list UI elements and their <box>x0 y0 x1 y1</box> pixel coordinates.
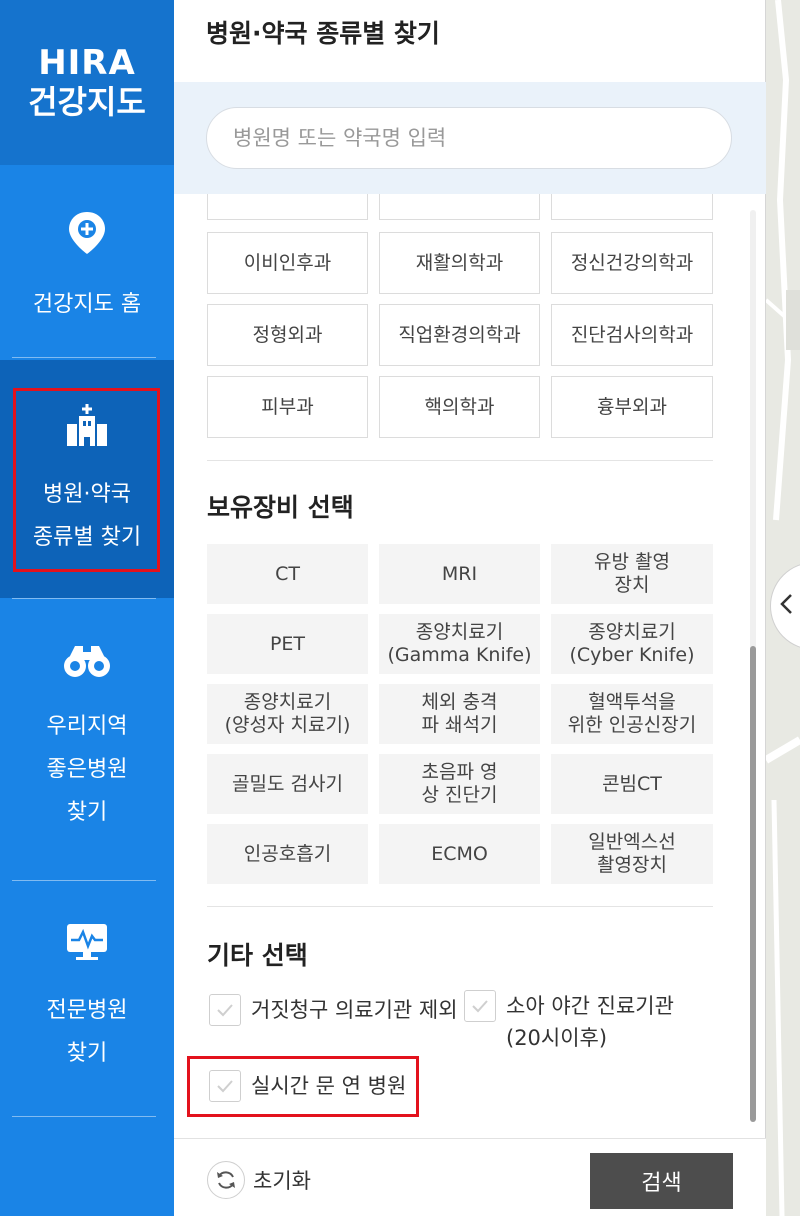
specialty-option[interactable]: 피부과 <box>207 376 368 438</box>
equipment-option[interactable]: MRI <box>379 544 540 604</box>
specialty-option[interactable]: 진단검사의학과 <box>551 304 713 366</box>
equipment-option[interactable]: CT <box>207 544 368 604</box>
specialty-option[interactable] <box>551 194 713 220</box>
highlight-box-open-now <box>187 1056 419 1117</box>
nav-divider <box>12 598 156 599</box>
equipment-option[interactable]: 종양치료기 (Cyber Knife) <box>551 614 713 674</box>
logo-line2: 건강지도 <box>28 82 146 121</box>
page-title: 병원·약국 종류별 찾기 <box>206 19 440 48</box>
nav-item-local-label1: 우리지역 <box>46 714 128 739</box>
equipment-option[interactable]: 유방 촬영 장치 <box>551 544 713 604</box>
equipment-option[interactable]: 혈액투석을 위한 인공신장기 <box>551 684 713 744</box>
equipment-option[interactable]: 콘빔CT <box>551 754 713 814</box>
nav-divider <box>12 357 156 358</box>
specialty-grid: 이비인후과 재활의학과 정신건강의학과 정형외과 직업환경의학과 진단검사의학과… <box>207 232 713 438</box>
nav-item-specialized-hospital[interactable]: 전문병원 찾기 <box>0 922 174 1075</box>
specialty-option[interactable]: 재활의학과 <box>379 232 540 294</box>
equipment-option[interactable]: 체외 충격 파 쇄석기 <box>379 684 540 744</box>
equipment-option[interactable]: 일반엑스선 촬영장치 <box>551 824 713 884</box>
nav-item-local-label3: 찾기 <box>66 800 108 825</box>
search-input[interactable] <box>206 107 732 169</box>
specialty-option[interactable]: 정형외과 <box>207 304 368 366</box>
equipment-option[interactable]: 종양치료기 (양성자 치료기) <box>207 684 368 744</box>
specialty-option[interactable]: 핵의학과 <box>379 376 540 438</box>
checkbox-icon[interactable] <box>464 990 496 1022</box>
specialty-option[interactable] <box>379 194 540 220</box>
nav-divider <box>12 1116 156 1117</box>
nav-item-specialized-label2: 찾기 <box>66 1041 108 1066</box>
panel-footer: 초기화 검색 <box>174 1138 766 1216</box>
equipment-option[interactable]: ECMO <box>379 824 540 884</box>
nav-item-home[interactable]: 건강지도 홈 <box>0 210 174 326</box>
map-pin-plus-icon <box>67 210 107 271</box>
equipment-option[interactable]: 인공호흡기 <box>207 824 368 884</box>
equipment-option[interactable]: PET <box>207 614 368 674</box>
chevron-left-icon <box>779 593 793 619</box>
checkbox-pediatric-night[interactable]: 소아 야간 진료기관 (20시이후) <box>464 990 674 1054</box>
refresh-icon <box>207 1161 245 1199</box>
specialty-option[interactable] <box>207 194 368 220</box>
section-divider <box>207 460 713 461</box>
filter-scroll-area[interactable]: 이비인후과 재활의학과 정신건강의학과 정형외과 직업환경의학과 진단검사의학과… <box>174 194 766 1138</box>
highlight-box-nav <box>13 388 160 572</box>
checkbox-label: 거짓청구 의료기관 제외 <box>251 998 458 1022</box>
nav-item-local-hospital[interactable]: 우리지역 좋은병원 찾기 <box>0 642 174 834</box>
reset-label: 초기화 <box>253 1169 311 1193</box>
equipment-option[interactable]: 초음파 영상 진단기 <box>379 754 540 814</box>
logo-line1: HIRA <box>38 42 136 83</box>
checkbox-icon[interactable] <box>209 994 241 1026</box>
scrollbar-thumb[interactable] <box>750 646 756 1122</box>
specialty-option[interactable]: 흉부외과 <box>551 376 713 438</box>
equipment-section-title: 보유장비 선택 <box>207 493 354 522</box>
reset-button[interactable]: 초기화 <box>207 1161 311 1199</box>
equipment-option[interactable]: 종양치료기 (Gamma Knife) <box>379 614 540 674</box>
nav-item-local-label2: 좋은병원 <box>46 757 128 782</box>
nav-item-specialized-label1: 전문병원 <box>46 998 128 1023</box>
nav-divider <box>12 880 156 881</box>
specialty-option[interactable]: 정신건강의학과 <box>551 232 713 294</box>
specialty-option[interactable]: 이비인후과 <box>207 232 368 294</box>
search-panel: 병원·약국 종류별 찾기 이비인후과 재활의학과 정신건강의학과 정형외과 직업… <box>174 0 766 1216</box>
monitor-pulse-icon <box>63 922 111 977</box>
checkbox-false-claim[interactable]: 거짓청구 의료기관 제외 <box>209 994 458 1026</box>
search-band <box>174 82 766 194</box>
logo[interactable]: HIRA 건강지도 <box>0 0 174 165</box>
other-section-title: 기타 선택 <box>207 941 308 970</box>
specialty-option[interactable]: 직업환경의학과 <box>379 304 540 366</box>
section-divider <box>207 906 713 907</box>
nav-item-home-label: 건강지도 홈 <box>32 292 142 317</box>
checkbox-label: 소아 야간 진료기관 (20시이후) <box>506 994 674 1050</box>
specialty-grid-hidden-row <box>207 194 713 220</box>
binoculars-icon <box>63 642 111 693</box>
search-button[interactable]: 검색 <box>590 1153 733 1209</box>
left-nav: HIRA 건강지도 건강지도 홈 병원·약국 종류별 찾기 우리지역 좋은병원 … <box>0 0 174 1216</box>
equipment-grid: CT MRI 유방 촬영 장치 PET 종양치료기 (Gamma Knife) 종양… <box>207 544 713 884</box>
equipment-option[interactable]: 골밀도 검사기 <box>207 754 368 814</box>
